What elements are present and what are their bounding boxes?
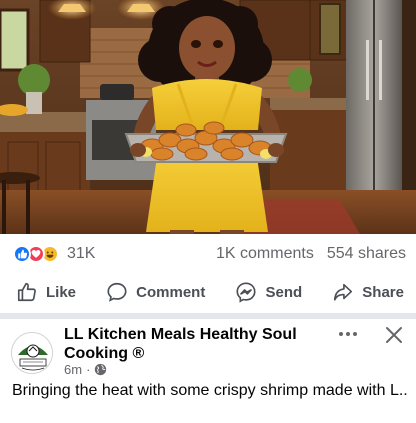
page-name[interactable]: LL Kitchen Meals Healthy Soul Cooking ® [64, 325, 344, 363]
post-action-bar: Like Comment Send Share [0, 274, 416, 310]
kitchen-scene-image [0, 0, 416, 234]
comment-label: Comment [136, 283, 206, 301]
send-label: Send [265, 283, 303, 301]
like-button[interactable]: Like [16, 281, 76, 303]
thumbs-up-icon [17, 282, 36, 302]
post-meta: 6m · [64, 362, 107, 377]
page-avatar[interactable] [11, 332, 53, 374]
post-time[interactable]: 6m [64, 362, 82, 377]
reaction-count: 31K [67, 245, 96, 262]
share-button[interactable]: Share [332, 281, 404, 303]
send-button[interactable]: Send [235, 281, 302, 303]
like-reaction-icon [13, 245, 31, 263]
reactions-summary[interactable]: 31K [13, 245, 95, 263]
engagement-stats: 31K 1K comments 554 shares [0, 234, 416, 274]
share-arrow-icon [334, 283, 353, 301]
comments-count[interactable]: 1K comments [216, 245, 314, 263]
globe-icon[interactable] [94, 363, 107, 376]
post-photo[interactable] [0, 0, 416, 234]
meta-separator: · [86, 362, 91, 377]
more-options-icon[interactable] [336, 322, 360, 346]
kitchen-logo-icon [12, 333, 52, 373]
comment-button[interactable]: Comment [106, 281, 205, 303]
close-icon[interactable] [381, 322, 407, 348]
messenger-icon [236, 282, 257, 303]
comment-bubble-icon [107, 282, 127, 302]
post-caption[interactable]: Bringing the heat with some crispy shrim… [12, 382, 408, 400]
share-label: Share [362, 283, 404, 301]
post-header: LL Kitchen Meals Healthy Soul Cooking ® … [0, 319, 416, 423]
shares-count[interactable]: 554 shares [327, 245, 406, 263]
like-label: Like [46, 283, 77, 301]
